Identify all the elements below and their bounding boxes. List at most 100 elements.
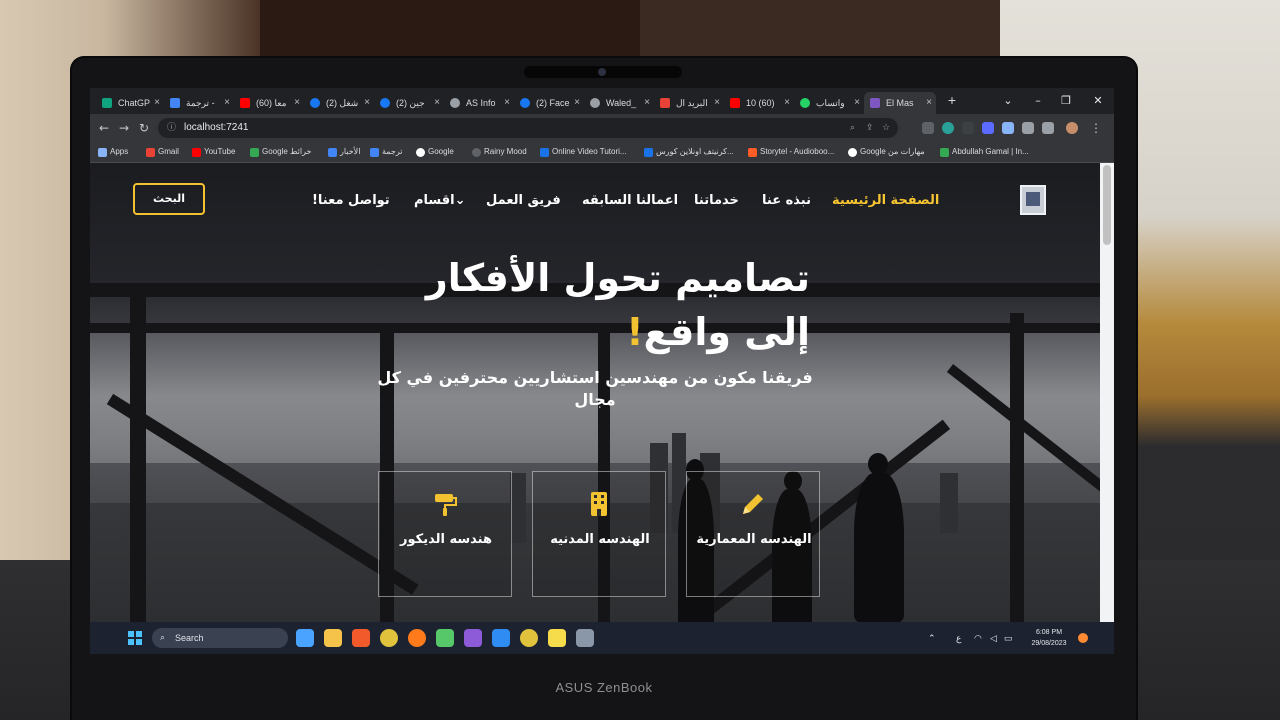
url-bar[interactable]: ⓘ localhost:7241 ⌕ ⇪ ☆ (158, 118, 898, 138)
bookmark-youtube[interactable]: YouTube (192, 142, 235, 162)
notification-icon[interactable] (1078, 633, 1088, 643)
tab-whatsapp[interactable]: واتساب × (794, 92, 864, 114)
bookmark-abdullah[interactable]: Abdullah Gamal | In... (940, 142, 1029, 162)
tab-search-chevron-icon[interactable]: ⌄ (994, 88, 1022, 114)
card-civil-engineering[interactable]: الهندسه المدنيه (532, 471, 666, 597)
scrollbar-thumb[interactable] (1103, 165, 1111, 245)
tab-facebook-3[interactable]: (2) Face × (514, 92, 584, 114)
sidebar-icon[interactable] (1042, 122, 1054, 134)
battery-icon[interactable]: ▭ (1004, 622, 1013, 654)
close-icon[interactable]: × (574, 92, 580, 114)
bookmark-translate[interactable]: ترجمة (370, 142, 403, 162)
new-tab-button[interactable]: + (938, 88, 966, 114)
bookmark-storytel[interactable]: Storytel - Audioboo... (748, 142, 834, 162)
vscode-icon[interactable] (492, 629, 510, 647)
tab-label: (2) شغل (326, 98, 359, 108)
bookmark-google-skills[interactable]: Google مهارات من (848, 142, 925, 162)
zoom-icon[interactable]: ⌕ (850, 118, 855, 138)
nav-services[interactable]: خدماتنا (694, 193, 739, 208)
brave-icon[interactable] (352, 629, 370, 647)
site-logo[interactable] (1020, 185, 1046, 215)
maximize-button[interactable]: ❐ (1052, 88, 1080, 114)
google-icon (416, 148, 425, 157)
chevron-up-icon[interactable]: ⌃ (928, 622, 936, 654)
close-icon[interactable]: × (434, 92, 440, 114)
share-icon[interactable]: ⇪ (866, 118, 874, 138)
extension-icon[interactable] (942, 122, 954, 134)
close-icon[interactable]: × (854, 92, 860, 114)
scrollbar[interactable] (1100, 163, 1114, 622)
reload-icon[interactable]: ↻ (134, 114, 154, 142)
extension-icon[interactable] (922, 122, 934, 134)
input-language[interactable]: ع (956, 622, 961, 654)
bookmark-maps[interactable]: Google خرائط (250, 142, 311, 162)
card-decor-engineering[interactable]: هندسه الديكور (378, 471, 512, 597)
info-icon[interactable]: ⓘ (167, 118, 176, 138)
nav-team[interactable]: فريق العمل (486, 193, 561, 208)
tab-chatgpt[interactable]: ChatGP × (96, 92, 164, 114)
bookmark-gmail[interactable]: Gmail (146, 142, 179, 162)
tab-youtube[interactable]: (60) معا × (234, 92, 304, 114)
person-silhouette (854, 473, 904, 622)
tab-facebook-2[interactable]: (2) جين × (374, 92, 444, 114)
card-architecture[interactable]: الهندسه المعمارية (686, 471, 820, 597)
download-icon[interactable] (1022, 122, 1034, 134)
visual-studio-icon[interactable] (464, 629, 482, 647)
close-icon[interactable]: × (294, 92, 300, 114)
avatar[interactable] (1066, 122, 1078, 134)
tab-facebook-1[interactable]: (2) شغل × (304, 92, 374, 114)
close-icon[interactable]: × (224, 92, 230, 114)
windows-start-icon[interactable] (128, 631, 142, 645)
app-icon[interactable] (576, 629, 594, 647)
menu-dots-icon[interactable]: ⋮ (1086, 114, 1106, 142)
youtube-icon (240, 98, 250, 108)
sticky-notes-icon[interactable] (548, 629, 566, 647)
nav-departments[interactable]: ⌄اقسام (414, 193, 466, 208)
puzzle-icon[interactable] (1002, 122, 1014, 134)
extension-icon[interactable] (962, 122, 974, 134)
minimize-button[interactable]: – (1024, 88, 1052, 114)
wifi-icon[interactable]: ◠ (974, 622, 982, 654)
tab-youtube-2[interactable]: 10 (60) × (724, 92, 794, 114)
bookmark-video-tutorials[interactable]: Online Video Tutori... (540, 142, 627, 162)
close-icon[interactable]: × (644, 92, 650, 114)
chrome-active-icon[interactable] (520, 629, 538, 647)
hero-title-line1: تصاميم تحول الأفكار (425, 256, 810, 300)
close-icon[interactable]: × (154, 92, 160, 114)
close-icon[interactable]: × (504, 92, 510, 114)
tab-waled[interactable]: Waled_ × (584, 92, 654, 114)
tab-el-mas-active[interactable]: El Mas × (864, 92, 936, 114)
tab-gmail[interactable]: البريد ال × (654, 92, 724, 114)
app-icon[interactable] (436, 629, 454, 647)
tab-translate[interactable]: ترجمة - × (164, 92, 234, 114)
taskbar-search[interactable]: ⌕ Search (152, 628, 288, 648)
nav-departments-label: اقسام (414, 193, 455, 208)
chrome-icon[interactable] (380, 629, 398, 647)
bookmark-news[interactable]: الأخبار (328, 142, 360, 162)
nav-contact[interactable]: تواصل معنا! (312, 193, 390, 208)
back-arrow-icon[interactable]: ← (94, 114, 114, 142)
bookmark-apps[interactable]: Apps (98, 142, 128, 162)
url-text[interactable]: localhost:7241 (184, 118, 249, 138)
star-icon[interactable]: ☆ (882, 118, 890, 138)
volume-icon[interactable]: ◁ (990, 622, 997, 654)
todo-app-icon[interactable] (296, 629, 314, 647)
bookmark-google[interactable]: Google (416, 142, 454, 162)
app-icon[interactable] (408, 629, 426, 647)
extension-icon[interactable] (982, 122, 994, 134)
close-icon[interactable]: × (364, 92, 370, 114)
close-window-button[interactable]: ✕ (1084, 88, 1112, 114)
taskbar-clock[interactable]: 6:08 PM 29/08/2023 (1024, 627, 1074, 649)
close-icon[interactable]: × (714, 92, 720, 114)
bookmark-rainy-mood[interactable]: Rainy Mood (472, 142, 527, 162)
nav-previous-work[interactable]: اعمالنا السابقه (582, 193, 678, 208)
tab-as-info[interactable]: AS Info × (444, 92, 514, 114)
file-explorer-icon[interactable] (324, 629, 342, 647)
close-icon[interactable]: × (926, 92, 932, 114)
forward-arrow-icon[interactable]: → (114, 114, 134, 142)
close-icon[interactable]: × (784, 92, 790, 114)
nav-about[interactable]: نبذه عنا (762, 193, 811, 208)
bookmark-course[interactable]: كرنيتف اونلاين كورس... (644, 142, 734, 162)
search-button[interactable]: البحث (133, 183, 205, 215)
nav-home[interactable]: الصفحة الرئيسية (832, 193, 939, 208)
